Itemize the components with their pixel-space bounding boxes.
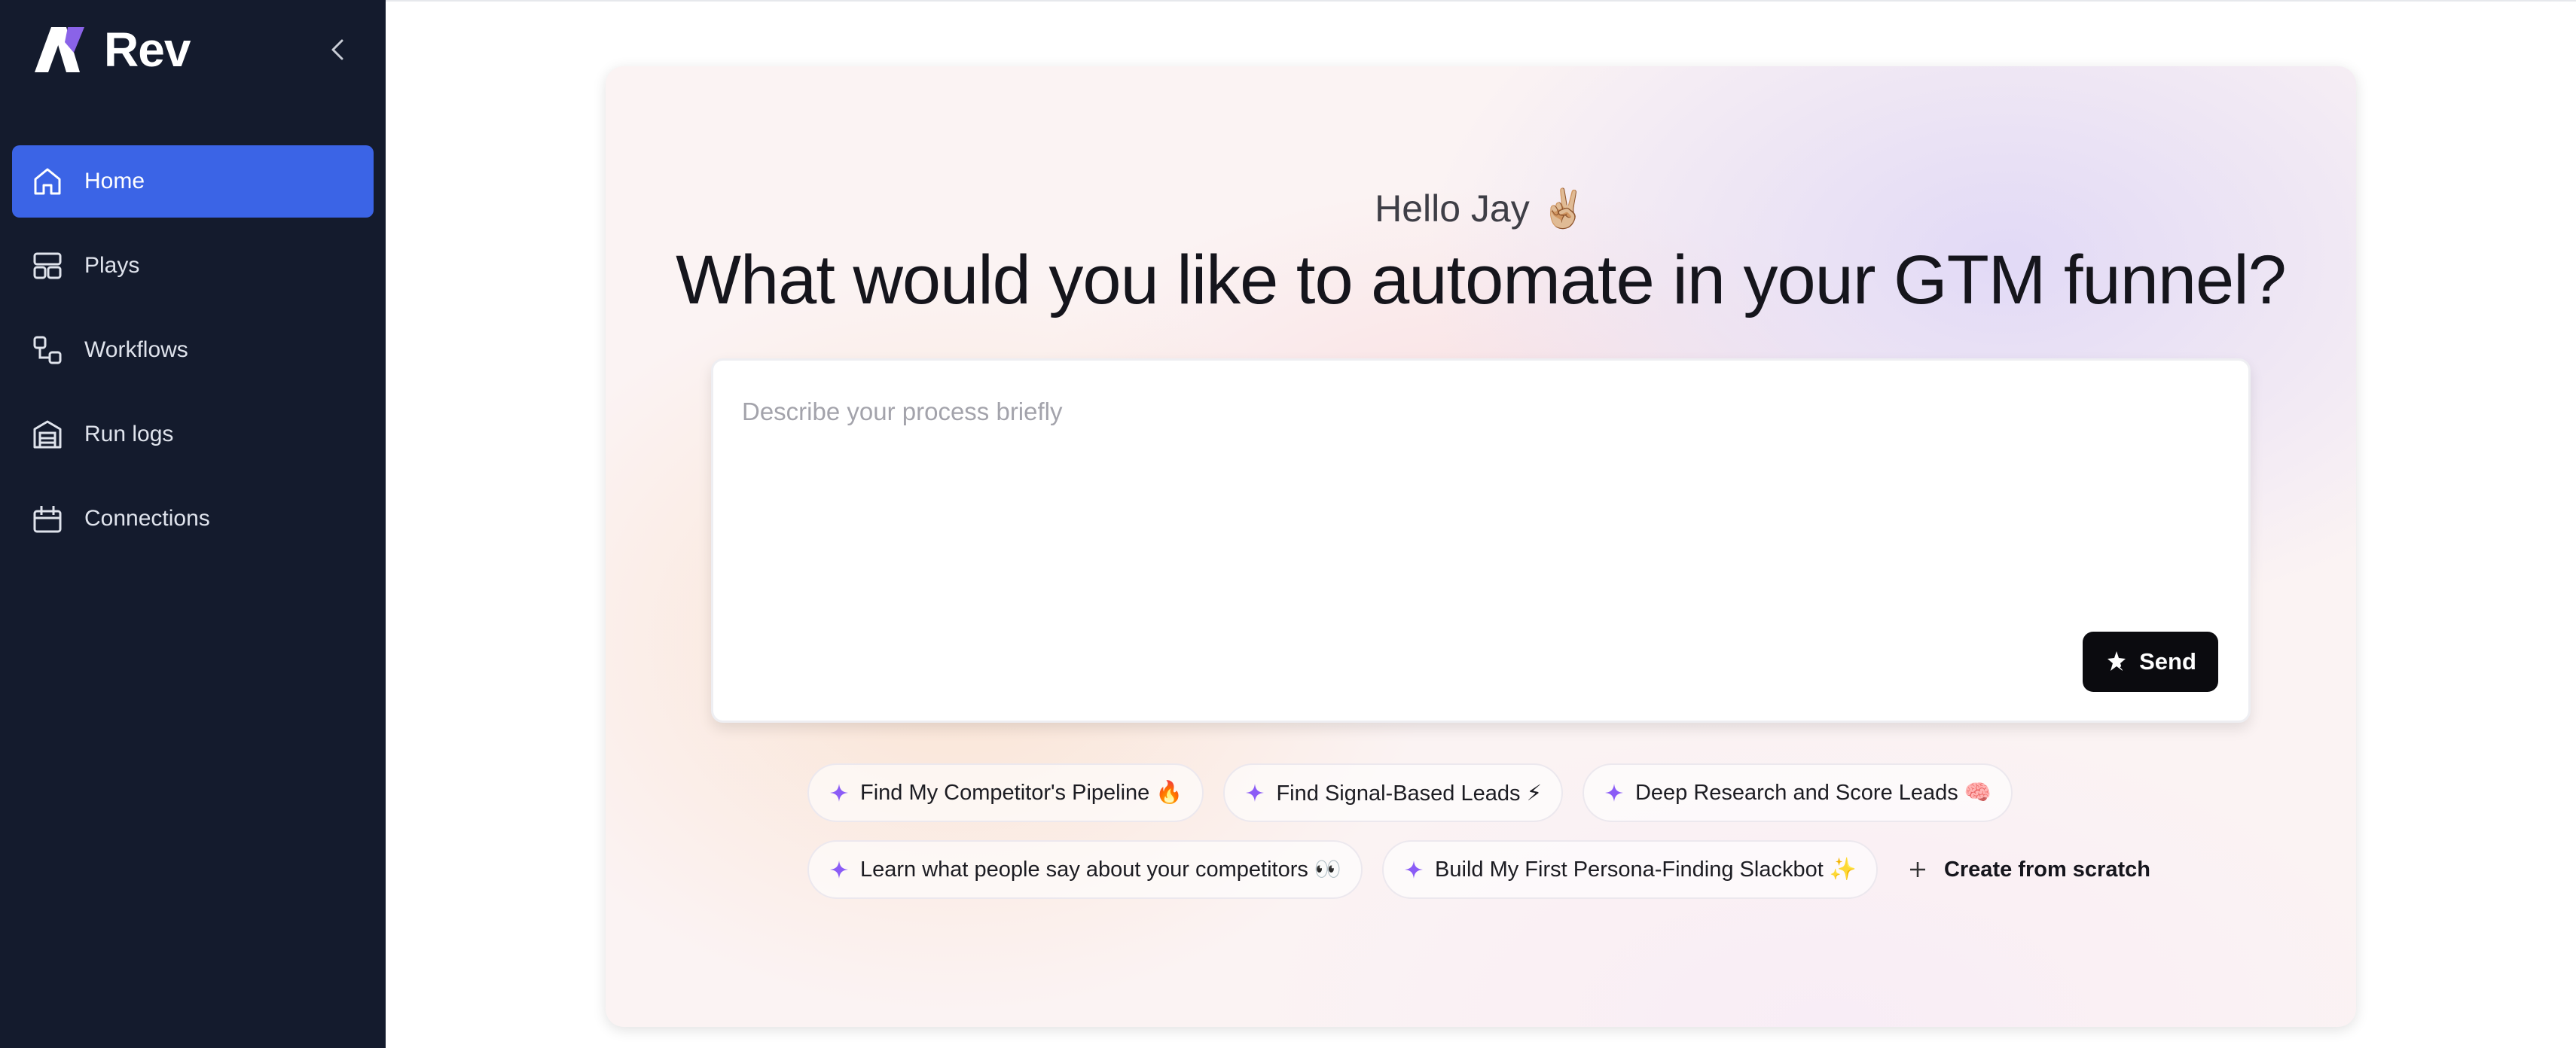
layout-icon [32,250,63,282]
garage-icon [32,419,63,450]
app-root: Rev Home Plays Workflows Run logs Connec… [0,0,2576,1048]
brand-logo[interactable]: Rev [35,23,191,77]
sparkle-icon [1604,784,1623,802]
suggestion-chip[interactable]: Learn what people say about your competi… [807,840,1363,899]
sidebar-item-home[interactable]: Home [12,145,374,218]
chip-label: Deep Research and Score Leads 🧠 [1634,781,1992,805]
rev-logo-icon [35,27,84,72]
suggestion-chip[interactable]: Deep Research and Score Leads 🧠 [1582,763,2013,822]
chip-label: Find Signal-Based Leads ⚡ [1276,781,1542,806]
sparkle-icon [1246,784,1265,802]
chip-label: Learn what people say about your competi… [860,858,1342,882]
chip-row: Learn what people say about your competi… [807,840,2239,899]
sidebar-item-plays[interactable]: Plays [12,230,374,302]
sidebar-item-label: Workflows [84,337,188,362]
connections-icon [32,503,63,535]
sidebar-item-connections[interactable]: Connections [12,483,374,555]
suggestion-chip[interactable]: Build My First Persona-Finding Slackbot … [1382,840,1878,899]
sidebar: Rev Home Plays Workflows Run logs Connec… [0,0,386,1048]
sidebar-item-label: Run logs [84,422,174,446]
chip-label: Build My First Persona-Finding Slackbot … [1435,858,1857,882]
collapse-sidebar-button[interactable] [322,35,353,65]
sparkle-icon [830,784,848,802]
page-title: What would you like to automate in your … [676,242,2287,318]
automation-card: Hello Jay ✌🏼 What would you like to auto… [606,66,2356,1027]
sidebar-item-label: Plays [84,253,140,278]
home-icon [32,166,63,197]
workflow-icon [32,334,63,366]
chip-label: Find My Competitor's Pipeline 🔥 [860,781,1183,805]
sparkle-icon [830,861,848,879]
create-from-scratch-button[interactable]: Create from scratch [1897,840,2161,899]
top-divider [386,0,2576,2]
plus-icon [1909,862,1925,877]
send-button[interactable]: Send [2083,632,2218,692]
prompt-box: Send [711,358,2251,723]
sparkle-icon [1405,861,1424,879]
create-from-scratch-label: Create from scratch [1943,857,2150,882]
sidebar-item-run-logs[interactable]: Run logs [12,398,374,471]
greeting-text: Hello Jay ✌🏼 [1375,187,1587,230]
sidebar-item-workflows[interactable]: Workflows [12,314,374,386]
suggestion-chips: Find My Competitor's Pipeline 🔥 Find Sig… [807,763,2239,917]
suggestion-chip[interactable]: Find My Competitor's Pipeline 🔥 [807,763,1204,822]
sidebar-item-label: Home [84,169,145,193]
suggestion-chip[interactable]: Find Signal-Based Leads ⚡ [1223,763,1563,822]
chevron-left-icon [331,39,343,60]
sidebar-item-label: Connections [84,506,210,531]
process-description-input[interactable] [742,389,2173,434]
send-label: Send [2139,648,2196,675]
magic-wand-icon [2107,651,2129,674]
brand-name: Rev [104,23,191,77]
chip-row: Find My Competitor's Pipeline 🔥 Find Sig… [807,763,2239,822]
sidebar-nav: Home Plays Workflows Run logs Connection… [12,145,374,567]
